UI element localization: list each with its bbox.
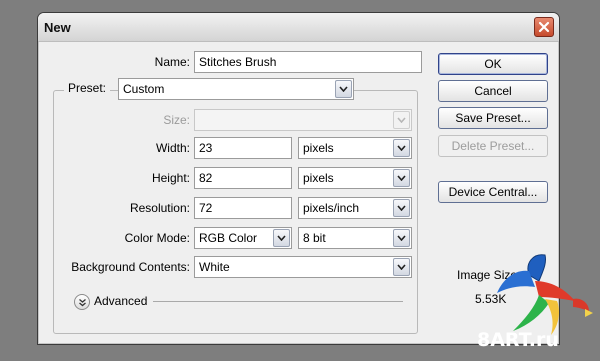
height-unit-select[interactable]: pixels [298, 167, 412, 189]
chevron-down-icon [273, 229, 290, 247]
preset-select[interactable]: Custom [118, 78, 354, 100]
bit-depth-value: 8 bit [303, 231, 326, 245]
watermark-text: 8ART.ru [477, 329, 559, 351]
close-button[interactable] [534, 17, 554, 37]
size-label: Size: [163, 113, 190, 127]
name-field[interactable]: Stitches Brush [194, 51, 422, 73]
background-contents-value: White [199, 260, 230, 274]
chevron-down-icon [393, 199, 410, 217]
name-label: Name: [154, 55, 190, 69]
new-document-dialog: New Name: Stitches Brush Preset: Custom … [37, 12, 560, 345]
preset-value: Custom [123, 82, 165, 96]
height-field[interactable]: 82 [194, 167, 292, 189]
height-label: Height: [151, 171, 190, 185]
advanced-toggle[interactable] [74, 294, 90, 310]
resolution-unit-value: pixels/inch [303, 201, 360, 215]
advanced-label[interactable]: Advanced [94, 294, 147, 308]
color-mode-label: Color Mode: [124, 231, 190, 245]
save-preset-button[interactable]: Save Preset... [438, 107, 548, 129]
background-contents-label: Background Contents: [71, 260, 190, 274]
close-icon [538, 21, 550, 33]
chevron-down-icon [335, 80, 352, 98]
double-chevron-down-icon [78, 298, 86, 306]
color-mode-select[interactable]: RGB Color [194, 227, 292, 249]
title-bar[interactable]: New [38, 13, 559, 42]
preset-label: Preset: [64, 81, 111, 95]
resolution-field[interactable]: 72 [194, 197, 292, 219]
dialog-title: New [44, 20, 71, 35]
chevron-down-icon [393, 258, 410, 276]
ok-button[interactable]: OK [438, 53, 548, 75]
width-field[interactable]: 23 [194, 137, 292, 159]
chevron-down-icon [393, 111, 410, 129]
delete-preset-button: Delete Preset... [438, 135, 548, 157]
device-central-button[interactable]: Device Central... [438, 181, 548, 203]
chevron-down-icon [393, 229, 410, 247]
resolution-label: Resolution: [129, 201, 190, 215]
resolution-unit-select[interactable]: pixels/inch [298, 197, 412, 219]
bit-depth-select[interactable]: 8 bit [298, 227, 412, 249]
background-contents-select[interactable]: White [194, 256, 412, 278]
width-unit-value: pixels [303, 141, 334, 155]
color-mode-value: RGB Color [199, 231, 258, 245]
width-unit-select[interactable]: pixels [298, 137, 412, 159]
width-label: Width: [155, 141, 190, 155]
chevron-down-icon [393, 169, 410, 187]
size-select [194, 109, 412, 131]
chevron-down-icon [393, 139, 410, 157]
advanced-divider [153, 301, 403, 302]
parrot-logo [497, 254, 593, 335]
cancel-button[interactable]: Cancel [438, 80, 548, 102]
height-unit-value: pixels [303, 171, 334, 185]
